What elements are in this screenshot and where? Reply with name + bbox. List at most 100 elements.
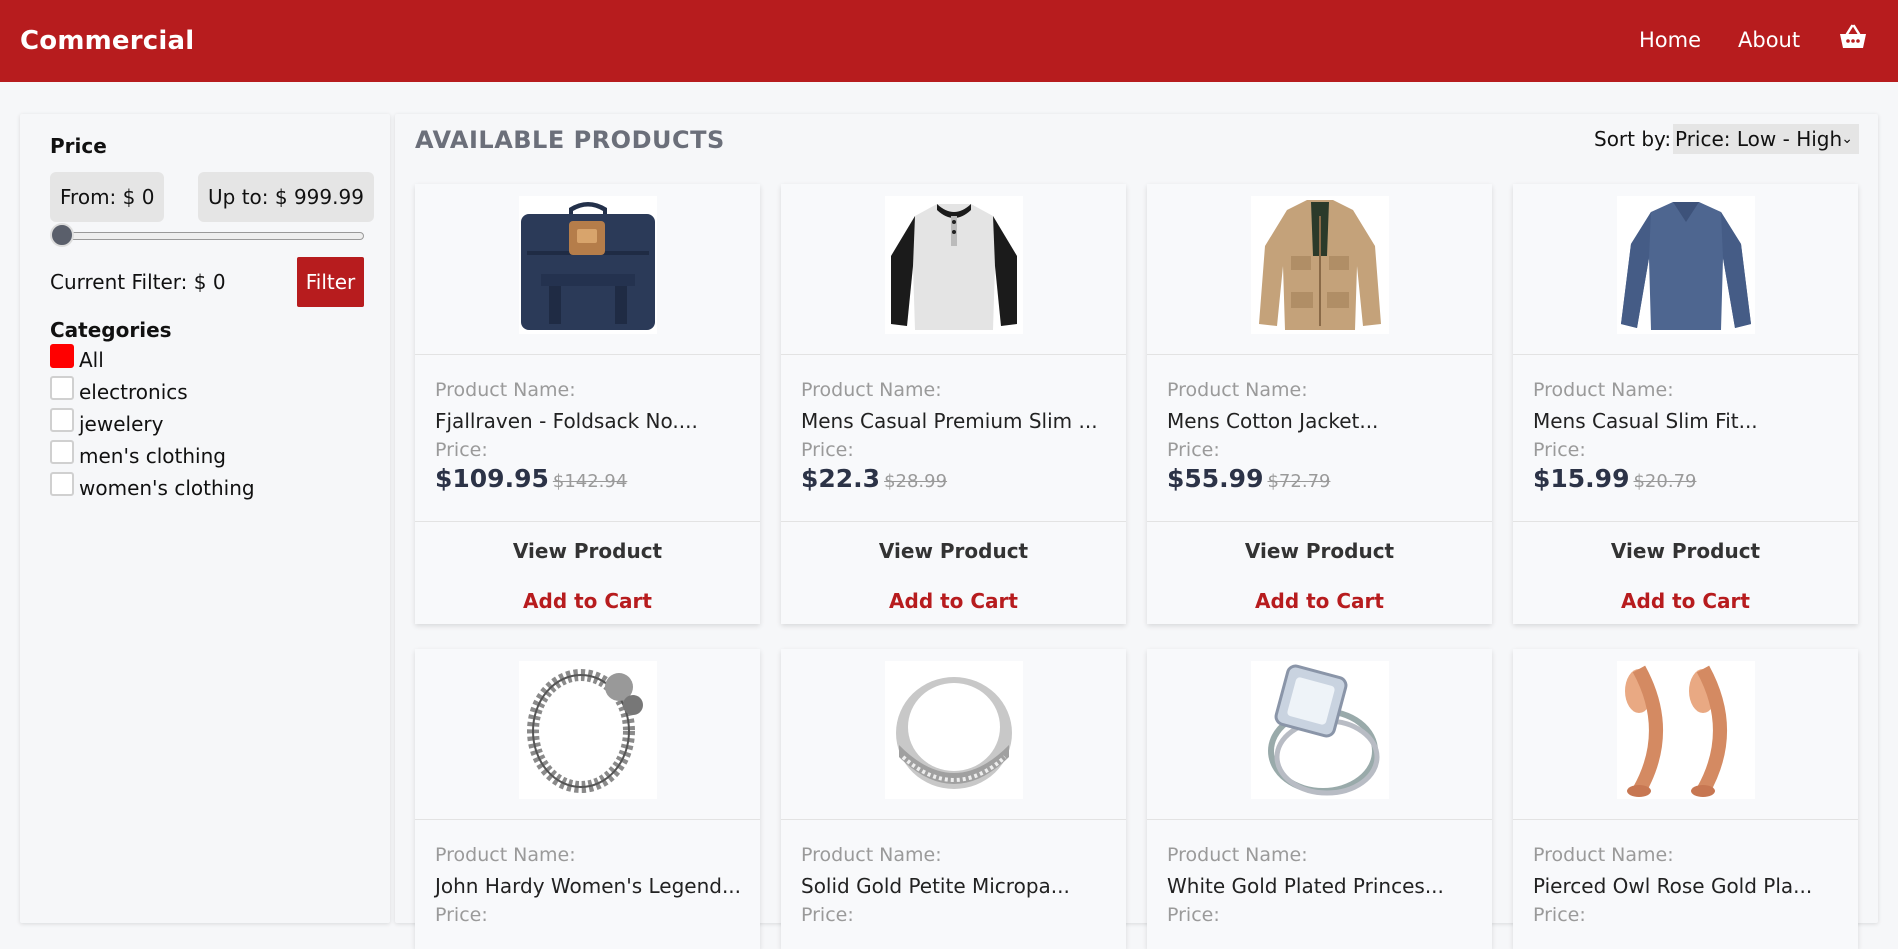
sort-label: Sort by: [1594,127,1672,151]
product-name: Mens Casual Slim Fit... [1533,409,1758,433]
product-name: Mens Cotton Jacket... [1167,409,1379,433]
price-upto-field[interactable]: Up to: $ 999.99 [198,172,374,222]
old-price: $72.79 [1267,471,1331,492]
product-name: Pierced Owl Rose Gold Pla... [1533,874,1813,898]
product-image-area [781,649,1126,820]
bracelet-image[interactable] [519,661,657,799]
nav-about-link[interactable]: About [1738,28,1800,52]
price-label: Price: [801,439,854,461]
shopping-basket-icon[interactable] [1838,23,1868,51]
product-card: Product Name: Pierced Owl Rose Gold Pla.… [1513,649,1858,949]
jacket-image[interactable] [1251,196,1389,334]
category-checkbox[interactable] [50,440,74,464]
backpack-image[interactable] [519,196,657,334]
ring-image[interactable] [885,661,1023,799]
chevron-down-icon: ⌄ [1841,131,1853,147]
category-label: electronics [79,380,188,404]
add-to-cart-button[interactable]: Add to Cart [415,589,760,613]
products-panel: AVAILABLE PRODUCTS Sort by: Price: Low -… [395,114,1878,949]
category-all[interactable]: All [50,344,104,374]
divider [1147,521,1492,522]
filter-sidebar: Price From: $ 0 Up to: $ 999.99 Current … [20,114,390,923]
old-price: $28.99 [884,471,948,492]
category-checkbox[interactable] [50,376,74,400]
category-label: women's clothing [79,476,255,500]
product-image-area [781,184,1126,355]
product-name-label: Product Name: [435,844,576,866]
brand-logo[interactable]: Commercial [20,26,194,56]
price-label: Price: [1533,439,1586,461]
price-label: Price: [435,439,488,461]
categories-title: Categories [50,318,172,342]
divider [1513,521,1858,522]
tshirt-image[interactable] [885,196,1023,334]
product-price: $22.3 $28.99 [801,464,947,493]
old-price: $20.79 [1633,471,1697,492]
rose-gold-plugs-image[interactable] [1617,661,1755,799]
view-product-button[interactable]: View Product [1147,539,1492,563]
category-checkbox[interactable] [50,472,74,496]
product-card: Product Name: Mens Casual Slim Fit... Pr… [1513,184,1858,624]
divider [781,521,1126,522]
sort-value: Price: Low - High [1675,127,1843,151]
category-label: All [79,348,104,372]
category-electronics[interactable]: electronics [50,376,188,406]
product-name: John Hardy Women's Legend... [435,874,742,898]
sort-select[interactable]: Price: Low - High ⌄ [1673,124,1859,154]
product-image-area [1513,649,1858,820]
category-womens-clothing[interactable]: women's clothing [50,472,255,502]
current-filter-text: Current Filter: $ 0 [50,270,226,294]
product-image-area [1147,184,1492,355]
price-title: Price [50,134,107,158]
nav-home-link[interactable]: Home [1639,28,1701,52]
category-checkbox[interactable] [50,408,74,432]
add-to-cart-button[interactable]: Add to Cart [1513,589,1858,613]
product-price: $109.95 $142.94 [435,464,627,493]
view-product-button[interactable]: View Product [1513,539,1858,563]
product-name: White Gold Plated Princes... [1167,874,1444,898]
product-name-label: Product Name: [1167,844,1308,866]
product-card: Product Name: Fjallraven - Foldsack No..… [415,184,760,624]
divider [415,521,760,522]
product-price: $15.99 $20.79 [1533,464,1696,493]
product-card: Product Name: Mens Casual Premium Slim .… [781,184,1126,624]
product-name-label: Product Name: [1533,844,1674,866]
page-title: AVAILABLE PRODUCTS [415,126,725,154]
current-price: $55.99 [1167,464,1264,493]
product-name-label: Product Name: [1167,379,1308,401]
view-product-button[interactable]: View Product [415,539,760,563]
old-price: $142.94 [552,471,628,492]
engagement-ring-image[interactable] [1251,661,1389,799]
view-product-button[interactable]: View Product [781,539,1126,563]
product-name-label: Product Name: [435,379,576,401]
category-label: men's clothing [79,444,226,468]
add-to-cart-button[interactable]: Add to Cart [1147,589,1492,613]
current-price: $109.95 [435,464,549,493]
product-name-label: Product Name: [801,844,942,866]
category-checkbox[interactable] [50,344,74,368]
category-jewelery[interactable]: jewelery [50,408,164,438]
product-image-area [1513,184,1858,355]
filter-button[interactable]: Filter [297,257,364,307]
product-card: Product Name: John Hardy Women's Legend.… [415,649,760,949]
add-to-cart-button[interactable]: Add to Cart [781,589,1126,613]
product-name-label: Product Name: [1533,379,1674,401]
current-price: $15.99 [1533,464,1630,493]
product-image-area [415,184,760,355]
category-mens-clothing[interactable]: men's clothing [50,440,226,470]
longsleeve-image[interactable] [1617,196,1755,334]
price-slider-track[interactable] [62,232,364,240]
product-image-area [1147,649,1492,820]
product-name: Mens Casual Premium Slim ... [801,409,1098,433]
product-card: Product Name: Solid Gold Petite Micropa.… [781,649,1126,949]
price-slider-thumb[interactable] [50,223,74,247]
top-navbar: Commercial Home About [0,0,1898,82]
product-image-area [415,649,760,820]
price-label: Price: [1167,439,1220,461]
product-name-label: Product Name: [801,379,942,401]
price-from-field[interactable]: From: $ 0 [50,172,165,222]
category-label: jewelery [79,412,164,436]
product-name: Solid Gold Petite Micropa... [801,874,1070,898]
product-card: Product Name: Mens Cotton Jacket... Pric… [1147,184,1492,624]
current-price: $22.3 [801,464,881,493]
